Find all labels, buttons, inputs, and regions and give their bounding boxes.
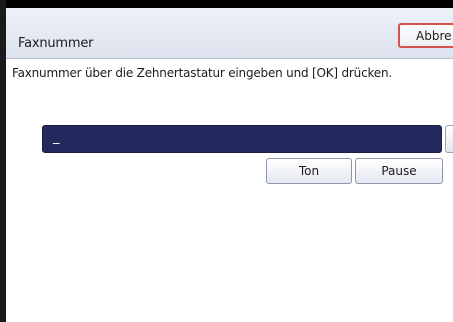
input-cursor: _ (53, 130, 60, 145)
instruction-text: Faxnummer über die Zehnertastatur eingeb… (12, 66, 392, 80)
clear-button[interactable] (445, 125, 453, 153)
fax-number-dialog: Faxnummer Abbre Faxnummer über die Zehne… (0, 0, 453, 322)
fax-number-input[interactable]: _ (42, 125, 442, 153)
pause-button[interactable]: Pause (355, 158, 443, 184)
ton-button[interactable]: Ton (266, 158, 352, 184)
top-border (0, 0, 453, 8)
cancel-button[interactable]: Abbre (398, 23, 453, 48)
title-bar: Faxnummer (6, 8, 453, 59)
dialog-title: Faxnummer (18, 36, 94, 51)
